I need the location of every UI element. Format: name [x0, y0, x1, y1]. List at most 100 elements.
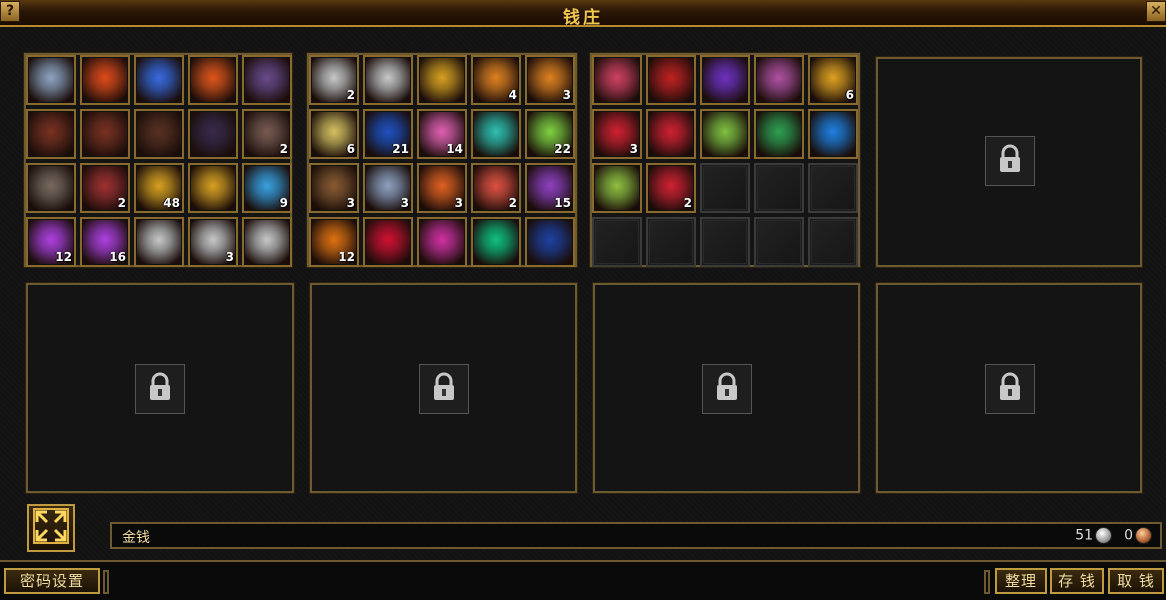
red-spark-icon	[366, 220, 410, 264]
item-slot[interactable]: 21	[363, 109, 413, 159]
item-slot[interactable]	[471, 109, 521, 159]
item-slot[interactable]	[700, 109, 750, 159]
empty-slot[interactable]	[808, 217, 858, 267]
item-slot[interactable]: 2	[242, 109, 292, 159]
item-quantity: 3	[454, 196, 463, 210]
item-slot[interactable]	[417, 217, 467, 267]
item-slot[interactable]: 9	[242, 163, 292, 213]
item-quantity: 3	[346, 196, 355, 210]
item-slot[interactable]: 6	[808, 55, 858, 105]
locked-panel-8	[875, 282, 1143, 494]
item-slot[interactable]	[188, 55, 238, 105]
item-quantity: 3	[225, 250, 234, 264]
item-slot[interactable]: 3	[592, 109, 642, 159]
item-slot[interactable]	[646, 109, 696, 159]
unlock-button[interactable]	[985, 136, 1035, 186]
empty-slot[interactable]	[592, 217, 642, 267]
footer-bar: 密码设置 整理 存 钱 取 钱	[0, 560, 1166, 600]
item-slot[interactable]	[80, 55, 130, 105]
ore-icon	[29, 166, 73, 210]
item-slot[interactable]	[188, 163, 238, 213]
item-slot[interactable]	[525, 217, 575, 267]
pink-spark-icon	[420, 220, 464, 264]
empty-slot-icon	[811, 166, 855, 210]
pearl-burst-icon	[757, 58, 801, 102]
empty-slot[interactable]	[754, 163, 804, 213]
close-button[interactable]: ✕	[1146, 1, 1166, 22]
item-slot[interactable]	[363, 217, 413, 267]
item-slot[interactable]: 2	[646, 163, 696, 213]
item-slot[interactable]	[754, 109, 804, 159]
password-settings-button[interactable]: 密码设置	[4, 568, 100, 594]
item-slot[interactable]	[808, 109, 858, 159]
item-slot[interactable]	[592, 163, 642, 213]
item-slot[interactable]: 15	[525, 163, 575, 213]
item-slot[interactable]: 3	[417, 163, 467, 213]
empty-slot[interactable]	[754, 217, 804, 267]
padlock-icon	[996, 144, 1024, 178]
item-slot[interactable]: 12	[26, 217, 76, 267]
item-slot[interactable]	[700, 55, 750, 105]
unlock-button[interactable]	[985, 364, 1035, 414]
night-city-icon	[528, 220, 572, 264]
item-slot[interactable]	[471, 217, 521, 267]
scroll-icon	[137, 220, 181, 264]
item-slot[interactable]: 2	[80, 163, 130, 213]
crystal-icon	[29, 58, 73, 102]
item-slot[interactable]	[242, 55, 292, 105]
item-slot[interactable]: 3	[525, 55, 575, 105]
item-slot[interactable]: 48	[134, 163, 184, 213]
item-slot[interactable]	[134, 109, 184, 159]
item-slot[interactable]	[26, 55, 76, 105]
arrange-all-button[interactable]	[27, 504, 75, 552]
item-slot[interactable]	[134, 55, 184, 105]
item-slot[interactable]: 2	[471, 163, 521, 213]
empty-slot[interactable]	[700, 163, 750, 213]
sort-button[interactable]: 整理	[995, 568, 1047, 594]
empty-slot[interactable]	[808, 163, 858, 213]
item-slot[interactable]: 3	[188, 217, 238, 267]
title-bar[interactable]: ? 钱庄 ✕	[0, 0, 1166, 28]
item-slot[interactable]	[592, 55, 642, 105]
deposit-button[interactable]: 存 钱	[1050, 568, 1104, 594]
claw-icon	[245, 58, 289, 102]
unlock-button[interactable]	[702, 364, 752, 414]
empty-slot-icon	[703, 220, 747, 264]
item-slot[interactable]	[26, 109, 76, 159]
peridot-icon	[595, 166, 639, 210]
teal-orb-icon	[474, 112, 518, 156]
item-slot[interactable]: 4	[471, 55, 521, 105]
item-quantity: 4	[508, 88, 517, 102]
item-slot[interactable]	[26, 163, 76, 213]
empty-slot[interactable]	[646, 217, 696, 267]
unlock-button[interactable]	[135, 364, 185, 414]
silver-coin-icon	[1095, 527, 1113, 544]
item-quantity: 14	[446, 142, 463, 156]
item-slot[interactable]	[646, 55, 696, 105]
item-slot[interactable]	[134, 217, 184, 267]
item-slot[interactable]: 16	[80, 217, 130, 267]
item-slot[interactable]	[417, 55, 467, 105]
item-quantity: 22	[554, 142, 571, 156]
item-slot[interactable]: 3	[363, 163, 413, 213]
item-slot[interactable]: 6	[309, 109, 359, 159]
item-slot[interactable]: 22	[525, 109, 575, 159]
withdraw-button[interactable]: 取 钱	[1108, 568, 1164, 594]
padlock-icon	[996, 372, 1024, 406]
item-slot[interactable]	[363, 55, 413, 105]
unlock-button[interactable]	[419, 364, 469, 414]
item-slot[interactable]	[754, 55, 804, 105]
jade-icon	[757, 112, 801, 156]
item-slot[interactable]: 3	[309, 163, 359, 213]
item-slot[interactable]: 12	[309, 217, 359, 267]
item-slot[interactable]	[188, 109, 238, 159]
empty-slot[interactable]	[700, 217, 750, 267]
item-slot[interactable]	[80, 109, 130, 159]
item-quantity: 6	[346, 142, 355, 156]
item-slot[interactable]: 2	[309, 55, 359, 105]
item-slot[interactable]: 14	[417, 109, 467, 159]
item-grid-1: 2 2 48 9 12 16 3	[26, 55, 292, 267]
rainbow-scroll-icon	[595, 58, 639, 102]
item-slot[interactable]	[242, 217, 292, 267]
scroll-icon	[245, 220, 289, 264]
